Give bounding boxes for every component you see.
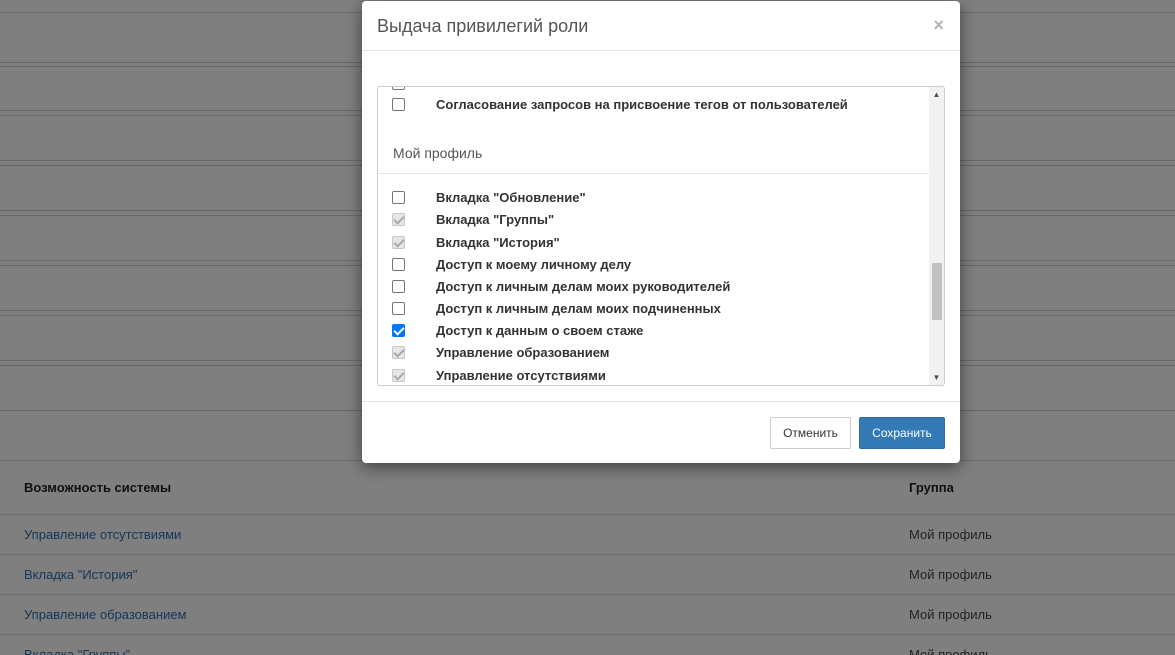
privilege-label: Доступ к моему личному делу [436,257,632,272]
privilege-checkbox-disabled [392,346,405,359]
privilege-checkbox[interactable] [392,258,405,271]
privilege-label: Управление образованием [436,345,610,360]
privileges-list[interactable]: Согласование запросов на присвоение тего… [377,86,945,386]
save-button[interactable]: Сохранить [859,417,945,449]
scrollbar-thumb[interactable] [932,263,942,320]
privilege-checkbox[interactable] [392,98,405,111]
section-title-my-profile: Мой профиль [393,145,483,161]
scroll-down-icon[interactable]: ▼ [929,370,944,385]
role-privileges-modal: Выдача привилегий роли × Согласование за… [362,1,960,463]
privilege-label: Согласование запросов на присвоение тего… [436,97,848,112]
privilege-checkbox-disabled [392,369,405,382]
modal-footer: Отменить Сохранить [362,401,960,463]
privilege-checkbox[interactable] [392,87,405,90]
privilege-label: Доступ к личным делам моих подчиненных [436,301,721,316]
privilege-label: Управление отсутствиями [436,368,606,383]
section-divider [378,173,930,174]
modal-header: Выдача привилегий роли × [362,1,960,51]
privileges-list-content: Согласование запросов на присвоение тего… [378,87,930,385]
privilege-label: Вкладка "История" [436,235,560,250]
privilege-label: Вкладка "Обновление" [436,190,586,205]
privilege-checkbox[interactable] [392,302,405,315]
privilege-label: Доступ к личным делам моих руководителей [436,279,731,294]
close-icon[interactable]: × [933,15,944,35]
privilege-label: Вкладка "Группы" [436,212,555,227]
privilege-checkbox-disabled [392,213,405,226]
privilege-checkbox-checked[interactable] [392,324,405,337]
privilege-checkbox-disabled [392,236,405,249]
privilege-label: Доступ к данным о своем стаже [436,323,644,338]
cancel-button[interactable]: Отменить [770,417,851,449]
modal-title: Выдача привилегий роли [377,16,589,36]
privilege-checkbox[interactable] [392,280,405,293]
scroll-up-icon[interactable]: ▲ [929,87,944,102]
privilege-checkbox[interactable] [392,191,405,204]
list-scrollbar[interactable]: ▲ ▼ [929,87,944,385]
